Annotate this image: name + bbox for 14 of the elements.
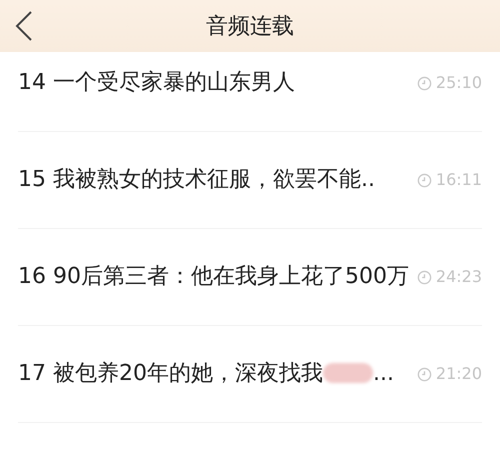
- episode-title[interactable]: 15 我被熟女的技术征服，欲罢不能..: [18, 163, 375, 197]
- clock-icon: [416, 366, 432, 382]
- clock-icon: [416, 172, 432, 188]
- duration-text: 24:23: [436, 266, 482, 288]
- clock-icon: [416, 270, 432, 284]
- duration-text: 16:11: [436, 169, 482, 191]
- page-title: 音频连载: [206, 12, 294, 40]
- episode-title[interactable]: 16 90后第三者：他在我身上花了500万: [18, 260, 409, 294]
- back-button[interactable]: [14, 10, 34, 42]
- clock-icon: [416, 76, 432, 90]
- duration-text: 25:10: [436, 72, 482, 94]
- duration-text: 21:20: [436, 363, 482, 385]
- episode-title[interactable]: 14 一个受尽家暴的山东男人: [18, 66, 295, 100]
- episode-title[interactable]: 17 被包养20年的她，深夜找我 ...: [18, 357, 394, 391]
